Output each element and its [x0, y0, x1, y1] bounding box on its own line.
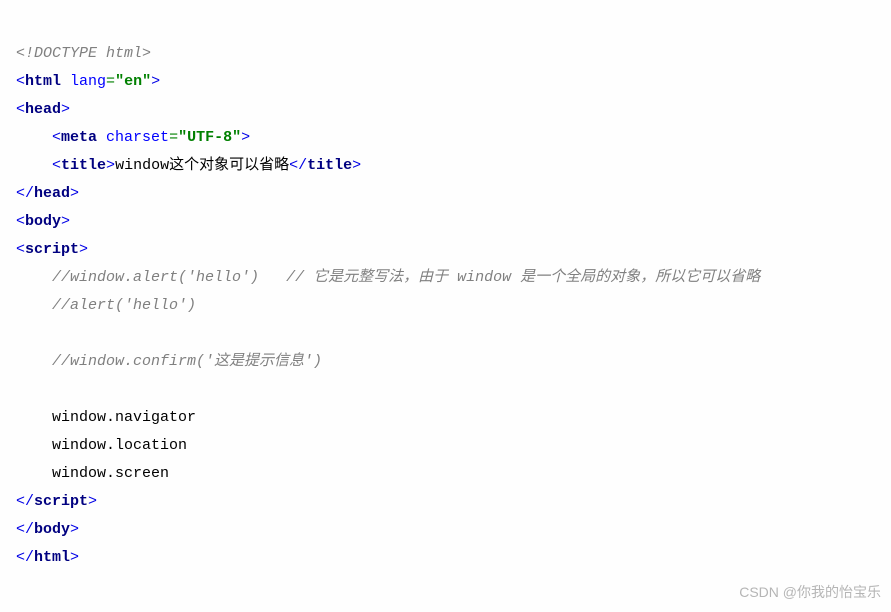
- body-open-tag: body: [25, 213, 61, 230]
- meta-eq: =: [169, 129, 178, 146]
- html-close-tag: html: [34, 549, 70, 566]
- html-lang-val: "en": [115, 73, 151, 90]
- head-close-tag: head: [34, 185, 70, 202]
- line6-code: window.screen: [52, 465, 169, 482]
- line3-comment: //window.confirm('这是提示信息'): [52, 353, 322, 370]
- script-tag-close: script: [34, 493, 88, 510]
- body-close-tag: body: [34, 521, 70, 538]
- html-close-end: >: [70, 549, 79, 566]
- line2-comment: //alert('hello'): [52, 297, 196, 314]
- meta-open: <: [52, 129, 61, 146]
- body-open-end: >: [61, 213, 70, 230]
- body-open-bracket: <: [16, 213, 25, 230]
- line1-spacer: [259, 269, 286, 286]
- meta-close: >: [241, 129, 250, 146]
- meta-indent: [16, 129, 52, 146]
- title-tag-open: title: [61, 157, 106, 174]
- title-open-bracket: <: [52, 157, 61, 174]
- head-open-bracket: <: [16, 101, 25, 118]
- head-open-close: >: [61, 101, 70, 118]
- html-tag: html: [25, 73, 61, 90]
- html-close-bracket: </: [16, 549, 34, 566]
- body-close-bracket: </: [16, 521, 34, 538]
- line1-comment2: // 它是元整写法，由于 window 是一个全局的对象，所以它可以省略: [286, 269, 760, 286]
- meta-tag: meta: [61, 129, 97, 146]
- line4-indent: [16, 409, 52, 426]
- title-close-bracket: </: [289, 157, 307, 174]
- html-lang-attr: lang: [61, 73, 106, 90]
- head-close-bracket: </: [16, 185, 34, 202]
- title-text: window这个对象可以省略: [115, 157, 289, 174]
- title-tag-close: title: [307, 157, 352, 174]
- head-close-end: >: [70, 185, 79, 202]
- script-close-end: >: [88, 493, 97, 510]
- meta-val: "UTF-8": [178, 129, 241, 146]
- head-tag: head: [25, 101, 61, 118]
- watermark: CSDN @你我的怡宝乐: [739, 578, 881, 606]
- body-close-end: >: [70, 521, 79, 538]
- meta-attr: charset: [97, 129, 169, 146]
- script-close-bracket: </: [16, 493, 34, 510]
- script-tag-open: script: [25, 241, 79, 258]
- line6-indent: [16, 465, 52, 482]
- script-open-end: >: [79, 241, 88, 258]
- line2-indent: [16, 297, 52, 314]
- line5-indent: [16, 437, 52, 454]
- code-block: <!DOCTYPE html> <html lang="en"> <head> …: [0, 0, 891, 612]
- line1-comment1: //window.alert('hello'): [52, 269, 259, 286]
- title-close-end: >: [352, 157, 361, 174]
- script-open-bracket: <: [16, 241, 25, 258]
- line4-code: window.navigator: [52, 409, 196, 426]
- title-open-close: >: [106, 157, 115, 174]
- html-open-bracket: <: [16, 73, 25, 90]
- line5-code: window.location: [52, 437, 187, 454]
- title-indent: [16, 157, 52, 174]
- doctype-line: <!DOCTYPE html>: [16, 45, 151, 62]
- line1-indent: [16, 269, 52, 286]
- html-open-close: >: [151, 73, 160, 90]
- html-lang-eq: =: [106, 73, 115, 90]
- line3-indent: [16, 353, 52, 370]
